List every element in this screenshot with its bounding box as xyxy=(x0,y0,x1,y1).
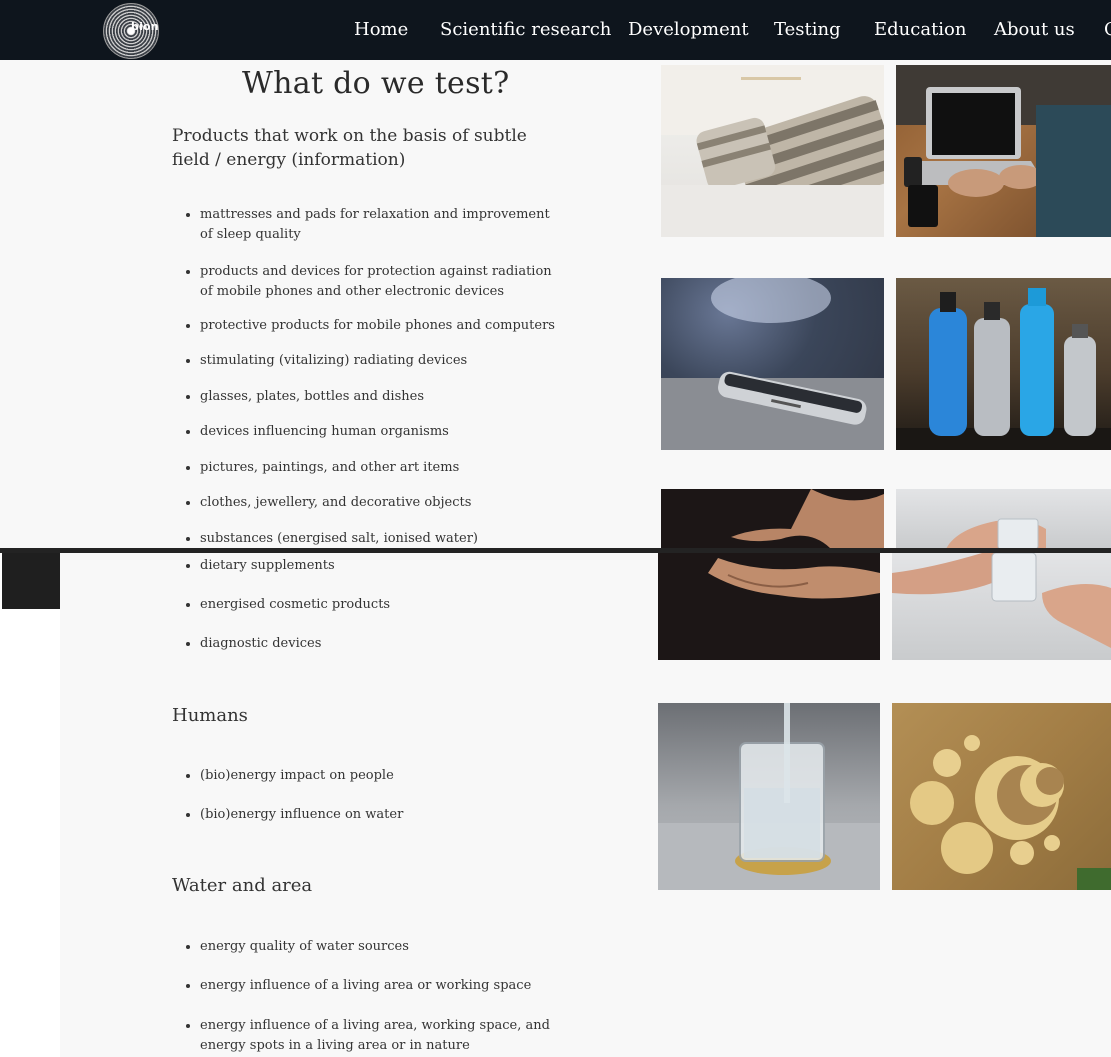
nav-development[interactable]: Development xyxy=(628,19,749,40)
bion-logo[interactable]: bion xyxy=(103,3,159,59)
nav-more-truncated[interactable]: C xyxy=(1104,19,1111,40)
nav-education[interactable]: Education xyxy=(874,19,967,40)
list-item: diagnostic devices xyxy=(200,634,562,654)
beaker-water-photo xyxy=(658,703,880,890)
pillow-bedroom-photo xyxy=(661,65,884,237)
logo-text: bion xyxy=(131,20,159,33)
list-item: mattresses and pads for relaxation and i… xyxy=(200,205,562,245)
list-item: stimulating (vitalizing) radiating devic… xyxy=(200,351,562,371)
products-heading: Products that work on the basis of subtl… xyxy=(172,126,527,170)
list-item: energised cosmetic products xyxy=(200,595,562,615)
list-item: devices influencing human organisms xyxy=(200,422,562,442)
crop-circle-photo xyxy=(892,703,1111,890)
list-item: products and devices for protection agai… xyxy=(200,262,562,302)
list-item: energy influence of a living area, worki… xyxy=(200,1016,562,1056)
humans-heading: Humans xyxy=(172,705,248,726)
list-item: (bio)energy impact on people xyxy=(200,766,562,786)
list-item: glasses, plates, bottles and dishes xyxy=(200,387,562,407)
glass-hands-photo-top xyxy=(896,489,1111,548)
nav-testing[interactable]: Testing xyxy=(774,19,841,40)
smartphone-photo xyxy=(661,278,884,450)
list-item: (bio)energy influence on water xyxy=(200,805,562,825)
page-title: What do we test? xyxy=(242,66,510,101)
water-area-heading: Water and area xyxy=(172,875,313,896)
nav-scientific-research[interactable]: Scientific research xyxy=(440,19,611,40)
list-item: pictures, paintings, and other art items xyxy=(200,458,562,478)
list-item: clothes, jewellery, and decorative objec… xyxy=(200,493,562,513)
list-item: substances (energised salt, ionised wate… xyxy=(200,529,562,548)
list-item: protective products for mobile phones an… xyxy=(200,316,562,336)
hands-dark-photo-top xyxy=(661,489,884,548)
nav-about-us[interactable]: About us xyxy=(994,19,1075,40)
laptop-desk-photo xyxy=(896,65,1111,237)
glass-hands-photo-bottom xyxy=(892,553,1111,660)
hands-dark-photo-bottom xyxy=(658,553,880,660)
lower-content-panel: dietary supplements energised cosmetic p… xyxy=(60,553,1111,1057)
water-bottles-photo xyxy=(896,278,1111,450)
list-item: dietary supplements xyxy=(200,556,562,576)
top-navigation-bar: bion Home Scientific research Developmen… xyxy=(0,0,1111,60)
dark-sidebar-block xyxy=(2,553,60,609)
list-item: energy quality of water sources xyxy=(200,937,562,957)
nav-home[interactable]: Home xyxy=(354,19,408,40)
list-item: energy influence of a living area or wor… xyxy=(200,976,562,996)
upper-content-panel: What do we test? Products that work on t… xyxy=(0,60,1111,548)
